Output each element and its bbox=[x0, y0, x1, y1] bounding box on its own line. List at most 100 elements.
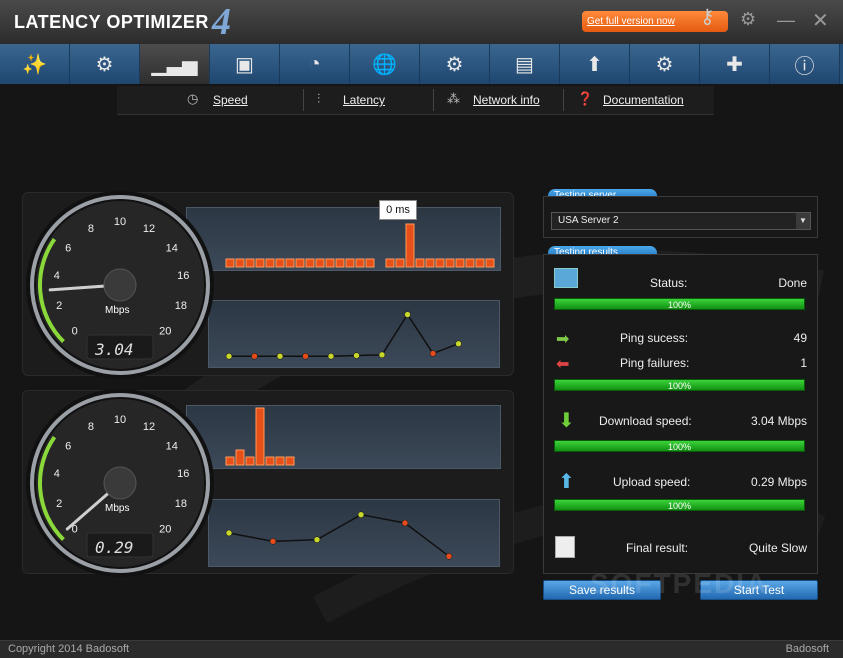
latency-bar bbox=[475, 258, 485, 268]
network-icon[interactable]: ⚙ bbox=[420, 44, 490, 84]
speed-point bbox=[429, 350, 437, 357]
status-label: Status: bbox=[650, 276, 688, 290]
latency-bar bbox=[285, 258, 295, 268]
upload-speed-gauge: 0 2 4 6 8 10 12 14 16 18 20 Mbps 0.29 bbox=[25, 388, 215, 578]
tab-speed[interactable]: Speed bbox=[213, 93, 248, 107]
latency-bar bbox=[225, 258, 235, 268]
gauge-tick-label: 14 bbox=[166, 242, 178, 254]
gauge-readout: 3.04 bbox=[95, 340, 134, 359]
download-speed-line bbox=[225, 311, 462, 360]
brand-logo: Badosoft bbox=[785, 643, 829, 655]
latency-bar bbox=[295, 258, 305, 268]
gauge-tick-label: 6 bbox=[65, 242, 71, 254]
download-progress: 100% bbox=[554, 440, 805, 452]
chip-icon[interactable]: ▣ bbox=[210, 44, 280, 84]
final-result-label: Final result: bbox=[626, 541, 689, 555]
gauge-tick-label: 4 bbox=[54, 270, 60, 282]
ping-failures-value: 1 bbox=[800, 356, 807, 370]
download-speed-chart bbox=[208, 300, 500, 368]
latency-bar bbox=[405, 223, 415, 268]
server-select-value: USA Server 2 bbox=[558, 215, 619, 226]
gauge-unit: Mbps bbox=[105, 503, 130, 514]
status-progress: 100% bbox=[554, 298, 805, 310]
ping-failures-label: Ping failures: bbox=[620, 356, 690, 370]
latency-bar bbox=[465, 258, 475, 268]
monitor-icon bbox=[554, 268, 578, 288]
latency-bar bbox=[435, 258, 445, 268]
latency-bar bbox=[275, 258, 285, 268]
gauge-tick-label: 8 bbox=[88, 421, 94, 433]
gear-icon[interactable]: ⚙ bbox=[740, 9, 756, 30]
speed-point bbox=[357, 511, 365, 518]
latency-bar bbox=[275, 456, 285, 466]
gauge-tick-label: 14 bbox=[166, 440, 178, 452]
latency-bar bbox=[415, 258, 425, 268]
help-icon: ❓ bbox=[577, 91, 594, 106]
gauge-tick-label: 16 bbox=[177, 270, 189, 282]
shield-icon[interactable]: ✚ bbox=[700, 44, 770, 84]
speed-point bbox=[378, 351, 386, 359]
chevron-down-icon[interactable]: ▼ bbox=[796, 213, 810, 229]
close-icon[interactable]: ✕ bbox=[812, 8, 829, 33]
report-icon bbox=[555, 536, 575, 558]
ping-success-value: 49 bbox=[793, 331, 807, 345]
latency-bar bbox=[245, 456, 255, 466]
gauge-tick-label: 18 bbox=[175, 300, 187, 312]
settings-list-icon[interactable]: ⚙ bbox=[70, 44, 140, 84]
download-latency-bars bbox=[225, 223, 495, 268]
notes-icon[interactable]: ▤ bbox=[490, 44, 560, 84]
wand-icon[interactable]: ✨ bbox=[0, 44, 70, 84]
gauge-tick-label: 12 bbox=[143, 223, 155, 235]
tab-latency[interactable]: Latency bbox=[343, 93, 385, 107]
speedometer-icon[interactable]: ◔ bbox=[280, 44, 350, 84]
speed-point bbox=[404, 311, 411, 318]
latency-bar bbox=[265, 258, 275, 268]
upload-icon[interactable]: ⬆ bbox=[560, 44, 630, 84]
gauge-tick-label: 4 bbox=[54, 468, 60, 480]
speed-point bbox=[353, 352, 360, 359]
latency-bar bbox=[315, 258, 325, 268]
speed-point bbox=[251, 352, 258, 360]
gauge-readout: 0.29 bbox=[95, 538, 134, 557]
gauge-tick-label: 20 bbox=[159, 325, 171, 337]
arrow-left-fail-icon: ⬅ bbox=[556, 356, 570, 373]
chart-icon[interactable]: ▁▃▅ bbox=[140, 44, 210, 84]
latency-bar bbox=[335, 258, 345, 268]
latency-bar bbox=[365, 258, 375, 268]
gauge-tick-label: 12 bbox=[143, 421, 155, 433]
upload-speed-label: Upload speed: bbox=[613, 475, 691, 489]
sub-navigation: ◷ Speed ⫶ Latency ⁂ Network info ❓ Docum… bbox=[117, 86, 714, 115]
app-version-badge: 4 bbox=[212, 1, 231, 43]
upload-progress: 100% bbox=[554, 499, 805, 511]
latency-bar bbox=[235, 449, 245, 466]
server-select[interactable]: USA Server 2 ▼ bbox=[551, 212, 811, 230]
globe-icon[interactable]: 🌐 bbox=[350, 44, 420, 84]
download-latency-chart bbox=[186, 207, 501, 271]
tab-documentation[interactable]: Documentation bbox=[603, 93, 684, 107]
upload-speed-line bbox=[225, 511, 453, 560]
gauge-tick-label: 2 bbox=[56, 300, 62, 312]
latency-bar bbox=[445, 258, 455, 268]
divider bbox=[563, 89, 564, 111]
gears-icon[interactable]: ⚙ bbox=[630, 44, 700, 84]
download-speed-label: Download speed: bbox=[599, 414, 692, 428]
app-title: LATENCY OPTIMIZER bbox=[14, 12, 209, 32]
speed-point bbox=[302, 352, 309, 360]
copyright-text: Copyright 2014 Badosoft bbox=[8, 643, 130, 655]
speed-point bbox=[276, 352, 284, 360]
gauge-tick-label: 16 bbox=[177, 468, 189, 480]
ping-success-label: Ping sucess: bbox=[620, 331, 689, 345]
speed-point bbox=[313, 536, 321, 543]
key-icon: ⚷ bbox=[700, 6, 715, 28]
gauge-tick-label: 10 bbox=[114, 216, 126, 228]
tab-network-info[interactable]: Network info bbox=[473, 93, 540, 107]
gauge-hub bbox=[103, 268, 137, 302]
gauge-tick-label: 18 bbox=[175, 498, 187, 510]
info-icon[interactable]: ⓘ bbox=[770, 44, 840, 84]
latency-bar bbox=[485, 258, 495, 268]
testing-server-panel: USA Server 2 ▼ bbox=[543, 196, 818, 238]
minimize-icon[interactable]: — bbox=[777, 10, 795, 31]
latency-bar bbox=[255, 407, 265, 466]
status-bar: Copyright 2014 Badosoft Badosoft bbox=[0, 640, 843, 658]
upload-latency-chart bbox=[186, 405, 501, 469]
